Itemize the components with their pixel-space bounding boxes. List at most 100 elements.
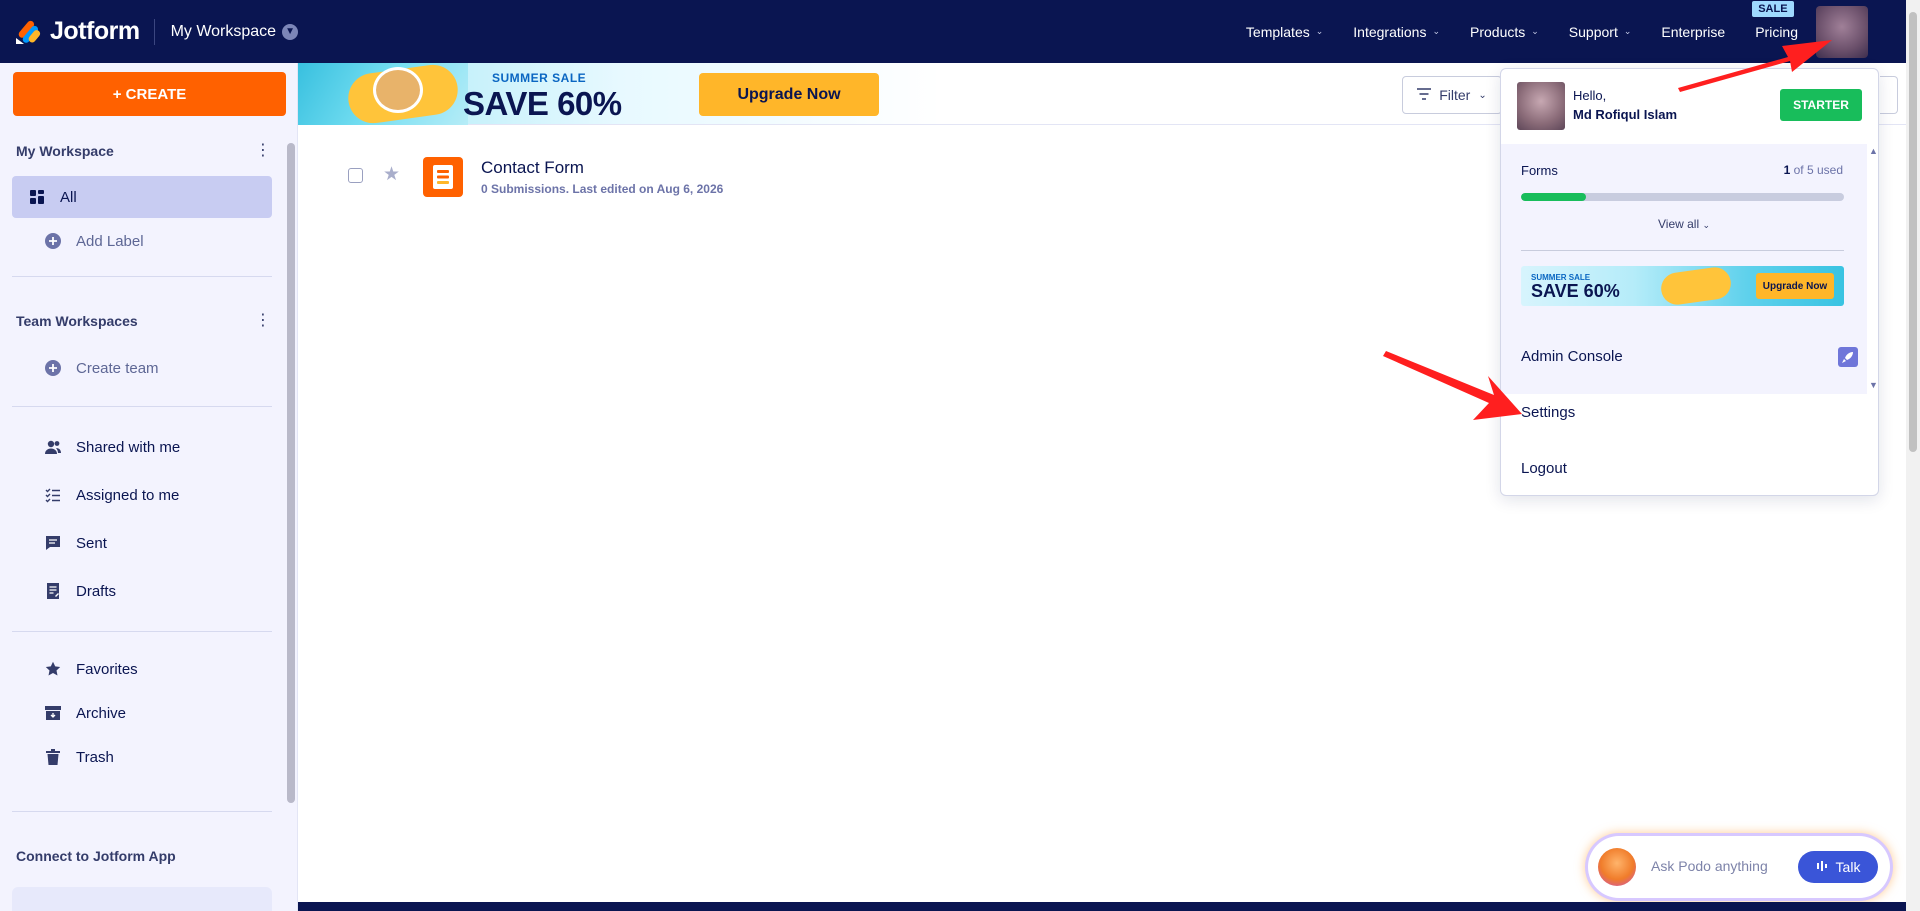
bottom-strip [298,902,1906,911]
podo-avatar [1598,848,1636,886]
sidebar-item-label: All [60,188,77,206]
view-all-label: View all [1657,217,1700,231]
sale-badge: SALE [1752,0,1794,17]
account-header: Hello, Md Rofiqul Islam STARTER [1501,69,1878,144]
forms-usage-label: Forms [1521,163,1558,178]
form-icon [423,157,463,197]
chevron-down-icon: ⌄ [1531,26,1539,36]
workspace-switcher[interactable]: My Workspace ▼ [171,23,299,41]
bear-mascot-image [373,67,423,113]
archive-icon [44,704,62,722]
form-select-checkbox[interactable] [348,168,363,183]
usage-scrollbar[interactable]: ▲ ▼ [1867,144,1878,394]
sidebar-item-archive[interactable]: Archive [12,692,272,734]
plus-circle-icon [44,359,62,377]
user-avatar-button[interactable] [1816,6,1868,58]
podo-input[interactable]: Ask Podo anything [1651,858,1768,874]
nav-divider [153,18,155,45]
connect-app-heading: Connect to Jotform App [16,848,176,864]
create-button[interactable]: + CREATE [13,72,286,116]
divider [12,406,272,407]
jotform-logo-icon [14,18,42,46]
sidebar-item-assigned-to-me[interactable]: Assigned to me [12,474,272,516]
nav-link-products[interactable]: Products ⌄ [1470,24,1539,40]
sidebar-item-drafts[interactable]: Drafts [12,570,272,612]
user-name: Md Rofiqul Islam [1573,107,1677,122]
filter-button[interactable]: Filter ⌄ [1402,76,1502,114]
talk-button[interactable]: Talk [1798,851,1878,883]
app-connect-card[interactable] [12,887,272,911]
chevron-down-icon: ▼ [282,23,299,40]
mini-promo-banner[interactable]: SUMMER SALE SAVE 60% Upgrade Now [1521,266,1844,306]
scrollbar-thumb[interactable] [287,143,295,803]
nav-link-label: Products [1470,23,1526,40]
sidebar-item-label: Drafts [76,582,117,600]
scroll-down-icon[interactable]: ▼ [1869,380,1878,390]
menu-item-logout[interactable]: Logout [1521,460,1567,477]
plan-badge-button[interactable]: STARTER [1780,89,1862,121]
sidebar-item-create-team[interactable]: Create team [12,347,272,389]
sidebar-item-sent[interactable]: Sent [12,522,272,564]
sidebar-item-label: Shared with me [76,438,181,456]
trash-icon [44,748,62,766]
menu-item-admin-console[interactable]: Admin Console [1521,348,1623,365]
greeting: Hello, [1573,88,1607,103]
filter-label: Filter [1439,87,1471,103]
nav-link-enterprise[interactable]: Enterprise [1661,24,1725,40]
avatar [1517,82,1565,130]
sidebar-item-shared-with-me[interactable]: Shared with me [12,426,272,468]
talk-label: Talk [1835,859,1861,875]
sidebar-item-label: Assigned to me [76,486,180,504]
page-scrollbar[interactable] [1906,0,1920,911]
forms-usage-count: 1 of 5 used [1784,163,1843,177]
sidebar-item-label: Sent [76,534,107,552]
chevron-down-icon: ⌄ [1315,26,1324,36]
users-icon [44,438,62,456]
checklist-icon [44,486,62,504]
podo-assistant[interactable]: Ask Podo anything Talk [1588,836,1890,898]
form-meta: 0 Submissions. Last edited on Aug 6, 202… [481,182,724,196]
more-options-icon[interactable]: ⋮ [255,313,271,329]
sidebar-item-add-label[interactable]: Add Label [12,220,272,262]
chevron-down-icon: ⌄ [1623,26,1632,36]
scroll-up-icon[interactable]: ▲ [1869,146,1878,156]
scrollbar-thumb[interactable] [1909,12,1917,452]
upgrade-now-button[interactable]: Upgrade Now [699,73,879,116]
divider [12,811,272,812]
chevron-down-icon: ⌄ [1432,26,1440,36]
favorite-star-icon[interactable]: ★ [383,163,400,186]
sidebar-item-trash[interactable]: Trash [12,736,272,778]
nav-link-integrations[interactable]: Integrations ⌄ [1353,24,1440,40]
menu-item-settings[interactable]: Settings [1521,404,1575,421]
promo-subtitle: SUMMER SALE [492,71,587,85]
divider [1521,250,1844,251]
nav-link-label: Pricing [1755,23,1798,40]
sidebar-item-label: Trash [76,748,114,766]
nav-link-label: Support [1568,23,1618,40]
view-all-link[interactable]: View all ⌄ [1501,217,1867,231]
pool-float-image [1659,266,1733,306]
nav-link-pricing[interactable]: SALE Pricing [1752,0,1798,40]
sidebar-scrollbar[interactable] [286,123,296,903]
divider [12,276,272,277]
team-workspaces-heading: Team Workspaces [16,313,138,329]
sidebar-item-favorites[interactable]: Favorites [12,648,272,690]
promo-headline: SAVE 60% [463,85,622,122]
draft-icon [44,582,62,600]
more-options-icon[interactable]: ⋮ [255,143,271,159]
form-list-row[interactable]: ★ Contact Form 0 Submissions. Last edite… [298,150,1398,200]
divider [12,631,272,632]
form-title[interactable]: Contact Form [481,158,584,178]
sidebar-item-all[interactable]: All [12,176,272,218]
account-dropdown: Hello, Md Rofiqul Islam STARTER ▲ ▼ Form… [1500,68,1879,496]
nav-link-support[interactable]: Support ⌄ [1569,24,1632,40]
chevron-down-icon: ⌄ [1702,220,1711,230]
mini-upgrade-button[interactable]: Upgrade Now [1756,273,1834,299]
jotform-logo[interactable]: Jotform [14,17,140,46]
forms-usage-bar [1521,193,1844,201]
nav-link-templates[interactable]: Templates ⌄ [1246,24,1323,40]
star-icon [44,660,62,678]
sidebar-item-label: Add Label [76,232,144,250]
search-input[interactable] [1880,76,1898,114]
mini-promo-headline: SAVE 60% [1531,281,1620,301]
